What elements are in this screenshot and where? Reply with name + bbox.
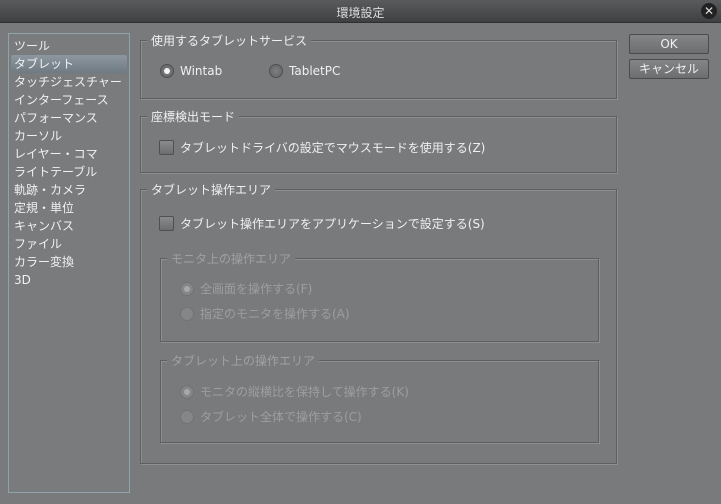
radio-label: タブレット全体で操作する(C) (200, 408, 362, 425)
checkbox-icon (159, 140, 174, 155)
tablet-area-group: タブレット操作エリア タブレット操作エリアをアプリケーションで設定する(S) モ… (140, 189, 617, 464)
sidebar-item[interactable]: ツール (11, 37, 127, 55)
title-bar: 環境設定 ✕ (0, 0, 721, 23)
group-label: タブレット操作エリア (147, 181, 275, 198)
radio-selected-icon (160, 64, 174, 78)
radio-specific-monitor[interactable]: 指定のモニタを操作する(A) (180, 305, 350, 322)
radio-label: 全画面を操作する(F) (200, 280, 312, 297)
radio-whole-tablet[interactable]: タブレット全体で操作する(C) (180, 408, 362, 425)
radio-wintab[interactable]: Wintab (160, 64, 222, 78)
group-label: タブレット上の操作エリア (167, 352, 319, 369)
group-label: 使用するタブレットサービス (147, 32, 311, 49)
sidebar-item[interactable]: ライトテーブル (11, 163, 127, 181)
group-label: モニタ上の操作エリア (167, 250, 295, 267)
checkbox-label: タブレットドライバの設定でマウスモードを使用する(Z) (180, 139, 485, 156)
checkbox-icon (159, 216, 174, 231)
group-label: 座標検出モード (147, 108, 239, 125)
radio-selected-icon (180, 385, 194, 399)
window-title: 環境設定 (0, 4, 721, 21)
radio-keep-ratio[interactable]: モニタの縦横比を保持して操作する(K) (180, 383, 409, 400)
radio-selected-icon (180, 282, 194, 296)
sidebar-item[interactable]: カラー変換 (11, 253, 127, 271)
sidebar-item[interactable]: タブレット (11, 55, 127, 73)
tablet-surface-area-group: タブレット上の操作エリア モニタの縦横比を保持して操作する(K) タブレット全体… (160, 360, 599, 443)
sidebar-item[interactable]: タッチジェスチャー (11, 73, 127, 91)
tablet-service-group: 使用するタブレットサービス Wintab TabletPC (140, 40, 617, 99)
checkbox-label: タブレット操作エリアをアプリケーションで設定する(S) (180, 215, 485, 232)
sidebar-item[interactable]: レイヤー・コマ (11, 145, 127, 163)
sidebar-item[interactable]: インターフェース (11, 91, 127, 109)
cancel-button[interactable]: キャンセル (629, 59, 709, 79)
radio-label: モニタの縦横比を保持して操作する(K) (200, 383, 409, 400)
radio-tabletpc[interactable]: TabletPC (269, 64, 340, 78)
radio-label: 指定のモニタを操作する(A) (200, 305, 350, 322)
monitor-area-group: モニタ上の操作エリア 全画面を操作する(F) 指定のモニタを操作する(A) (160, 258, 599, 342)
sidebar-item[interactable]: パフォーマンス (11, 109, 127, 127)
radio-icon (180, 307, 194, 321)
sidebar-item[interactable]: 3D (11, 271, 127, 289)
radio-full-screen[interactable]: 全画面を操作する(F) (180, 280, 312, 297)
radio-icon (180, 410, 194, 424)
mouse-mode-checkbox[interactable]: タブレットドライバの設定でマウスモードを使用する(Z) (159, 139, 485, 156)
sidebar-item[interactable]: ファイル (11, 235, 127, 253)
radio-icon (269, 64, 283, 78)
sidebar-item[interactable]: カーソル (11, 127, 127, 145)
sidebar-item[interactable]: キャンバス (11, 217, 127, 235)
radio-label: TabletPC (289, 64, 340, 78)
app-area-checkbox[interactable]: タブレット操作エリアをアプリケーションで設定する(S) (159, 215, 485, 232)
close-icon[interactable]: ✕ (701, 3, 717, 19)
category-list: ツールタブレットタッチジェスチャーインターフェースパフォーマンスカーソルレイヤー… (8, 33, 130, 493)
sidebar-item[interactable]: 定規・単位 (11, 199, 127, 217)
ok-button[interactable]: OK (629, 34, 709, 54)
sidebar-item[interactable]: 軌跡・カメラ (11, 181, 127, 199)
coord-mode-group: 座標検出モード タブレットドライバの設定でマウスモードを使用する(Z) (140, 116, 617, 173)
radio-label: Wintab (180, 64, 222, 78)
